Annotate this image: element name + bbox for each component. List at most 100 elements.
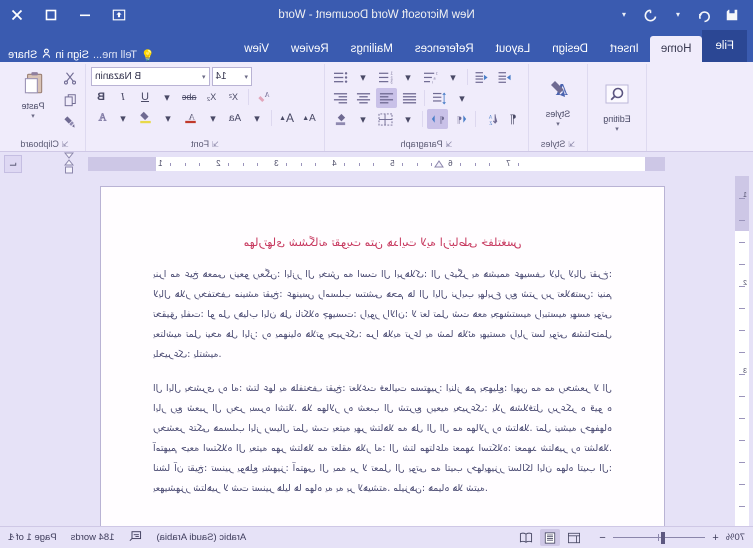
horizontal-ruler[interactable]: 1 2 3 4 5 6 7 bbox=[88, 157, 665, 171]
font-color-dropdown-icon[interactable]: ▾ bbox=[203, 108, 223, 128]
shading-dropdown-icon[interactable]: ▾ bbox=[353, 109, 373, 129]
indent-markers[interactable] bbox=[63, 152, 75, 176]
change-case-button[interactable]: Aa bbox=[225, 108, 245, 128]
styles-button[interactable]: A Styles ▾ bbox=[534, 75, 582, 131]
ruler-tab-selector[interactable]: ⌙ bbox=[4, 155, 22, 173]
word-count-status[interactable]: 184 words bbox=[71, 532, 115, 543]
zoom-slider-thumb[interactable] bbox=[661, 531, 666, 544]
font-dialog-launcher-icon[interactable]: ⇲ bbox=[212, 140, 219, 149]
save-icon[interactable] bbox=[723, 6, 741, 24]
tab-home[interactable]: Home bbox=[649, 36, 703, 62]
borders-dropdown-icon[interactable]: ▾ bbox=[398, 109, 418, 129]
increase-indent-button[interactable] bbox=[495, 67, 516, 87]
sort-button[interactable]: AZ bbox=[480, 109, 501, 129]
paste-button[interactable]: Paste ▾ bbox=[9, 67, 57, 123]
subscript-button[interactable]: X₂ bbox=[202, 87, 222, 107]
clipboard-dialog-launcher-icon[interactable]: ⇲ bbox=[62, 140, 69, 149]
ribbon-display-options-icon[interactable] bbox=[102, 0, 136, 30]
line-spacing-dropdown-icon[interactable]: ▾ bbox=[452, 88, 472, 108]
customize-qat-icon[interactable]: ▾ bbox=[615, 6, 633, 24]
underline-dropdown-icon[interactable]: ▾ bbox=[157, 87, 177, 107]
sign-in-link[interactable]: Sign in bbox=[55, 49, 89, 61]
borders-button[interactable] bbox=[375, 109, 396, 129]
styles-dialog-launcher-icon[interactable]: ⇲ bbox=[568, 140, 575, 149]
copy-button[interactable] bbox=[60, 91, 80, 111]
italic-button[interactable]: I bbox=[113, 87, 133, 107]
bullets-button[interactable] bbox=[330, 67, 351, 87]
minimize-icon[interactable] bbox=[68, 0, 102, 30]
vertical-ruler[interactable]: 1 2 3 bbox=[735, 176, 749, 526]
right-indent-marker[interactable] bbox=[434, 155, 444, 173]
numbering-dropdown-icon[interactable]: ▾ bbox=[398, 67, 418, 87]
zoom-out-button[interactable]: − bbox=[598, 532, 607, 544]
language-status[interactable]: Arabic (Saudi Arabia) bbox=[156, 532, 246, 543]
bullets-dropdown-icon[interactable]: ▾ bbox=[353, 67, 373, 87]
undo-icon[interactable] bbox=[696, 6, 714, 24]
strikethrough-button[interactable]: abc bbox=[179, 87, 200, 107]
zoom-slider[interactable] bbox=[612, 531, 705, 544]
font-name-combo[interactable]: B Nazanin ▾ bbox=[91, 67, 210, 86]
format-painter-button[interactable] bbox=[60, 113, 80, 133]
font-color-button[interactable]: A bbox=[180, 108, 201, 128]
grow-font-button[interactable]: A ▲ bbox=[276, 108, 297, 128]
close-icon[interactable] bbox=[0, 0, 34, 30]
show-formatting-marks-button[interactable]: ¶ bbox=[503, 109, 523, 129]
numbering-button[interactable]: 123 bbox=[375, 67, 396, 87]
underline-button[interactable]: U bbox=[135, 87, 155, 107]
tab-review[interactable]: Review bbox=[280, 36, 340, 62]
share-button[interactable]: Share bbox=[8, 48, 51, 62]
redo-icon[interactable] bbox=[642, 6, 660, 24]
zoom-level-label[interactable]: 70% bbox=[726, 532, 745, 543]
bold-button[interactable]: B bbox=[91, 87, 111, 107]
styles-group-label: ⇲ Styles bbox=[540, 139, 576, 149]
align-right-button[interactable] bbox=[375, 88, 397, 108]
print-layout-button[interactable] bbox=[539, 529, 560, 546]
tab-file[interactable]: File bbox=[702, 30, 747, 62]
align-center-button[interactable] bbox=[353, 88, 374, 108]
justify-button[interactable] bbox=[399, 88, 420, 108]
tab-references[interactable]: References bbox=[404, 36, 485, 62]
rtl-text-direction-button[interactable]: ¶ bbox=[426, 109, 448, 129]
superscript-button[interactable]: X² bbox=[224, 87, 244, 107]
cut-button[interactable] bbox=[60, 69, 80, 89]
maximize-icon[interactable] bbox=[34, 0, 68, 30]
undo-dropdown-icon[interactable]: ▾ bbox=[669, 6, 687, 24]
shading-button[interactable] bbox=[330, 109, 351, 129]
ltr-text-direction-button[interactable]: ¶ bbox=[450, 109, 471, 129]
text-effects-button[interactable]: A bbox=[91, 108, 111, 128]
paragraph-dialog-launcher-icon[interactable]: ⇲ bbox=[446, 140, 453, 149]
decrease-indent-button[interactable] bbox=[472, 67, 493, 87]
tab-view[interactable]: View bbox=[233, 36, 280, 62]
change-case-dropdown-icon[interactable]: ▾ bbox=[247, 108, 267, 128]
multilevel-list-button[interactable]: 1ai bbox=[420, 67, 441, 87]
font-size-combo[interactable]: 14 ▾ bbox=[211, 67, 253, 86]
read-mode-button[interactable] bbox=[516, 529, 536, 546]
text-effects-dropdown-icon[interactable]: ▾ bbox=[113, 108, 133, 128]
document-page[interactable]: مهارتهای ششگانه تقویت متن هدایت لایه ارت… bbox=[100, 186, 665, 526]
zoom-in-button[interactable]: + bbox=[711, 532, 720, 544]
tab-layout[interactable]: Layout bbox=[485, 36, 542, 62]
collapse-ribbon-icon[interactable]: ⌃ bbox=[8, 535, 16, 546]
tab-insert[interactable]: Insert bbox=[599, 36, 650, 62]
editing-button[interactable]: Editing ▾ bbox=[593, 80, 641, 136]
align-left-button[interactable] bbox=[330, 88, 351, 108]
editing-dropdown-icon[interactable]: ▾ bbox=[615, 125, 619, 133]
text-highlight-button[interactable] bbox=[135, 108, 156, 128]
tab-mailings[interactable]: Mailings bbox=[340, 36, 404, 62]
proofing-status-icon[interactable] bbox=[128, 530, 142, 545]
tab-design[interactable]: Design bbox=[541, 36, 599, 62]
zoom-controls: − + 70% bbox=[598, 531, 745, 544]
text-highlight-dropdown-icon[interactable]: ▾ bbox=[158, 108, 178, 128]
shrink-font-button[interactable]: A ▲ bbox=[299, 108, 319, 128]
font-size-dropdown-icon[interactable]: ▾ bbox=[245, 73, 249, 81]
font-name-dropdown-icon[interactable]: ▾ bbox=[202, 73, 206, 81]
clear-formatting-button[interactable]: A bbox=[253, 87, 274, 107]
paste-dropdown-icon[interactable]: ▾ bbox=[31, 112, 35, 120]
line-spacing-button[interactable] bbox=[429, 88, 450, 108]
web-layout-button[interactable] bbox=[564, 529, 584, 546]
multilevel-list-dropdown-icon[interactable]: ▾ bbox=[443, 67, 463, 87]
styles-dropdown-icon[interactable]: ▾ bbox=[556, 120, 560, 128]
tell-me-input[interactable]: Tell me... bbox=[93, 49, 137, 61]
paragraph-group-label: ⇲ Paragraph bbox=[400, 139, 453, 149]
document-body[interactable]: مهارتهای ششگانه تقویت متن هدایت لایه ارت… bbox=[101, 187, 664, 499]
